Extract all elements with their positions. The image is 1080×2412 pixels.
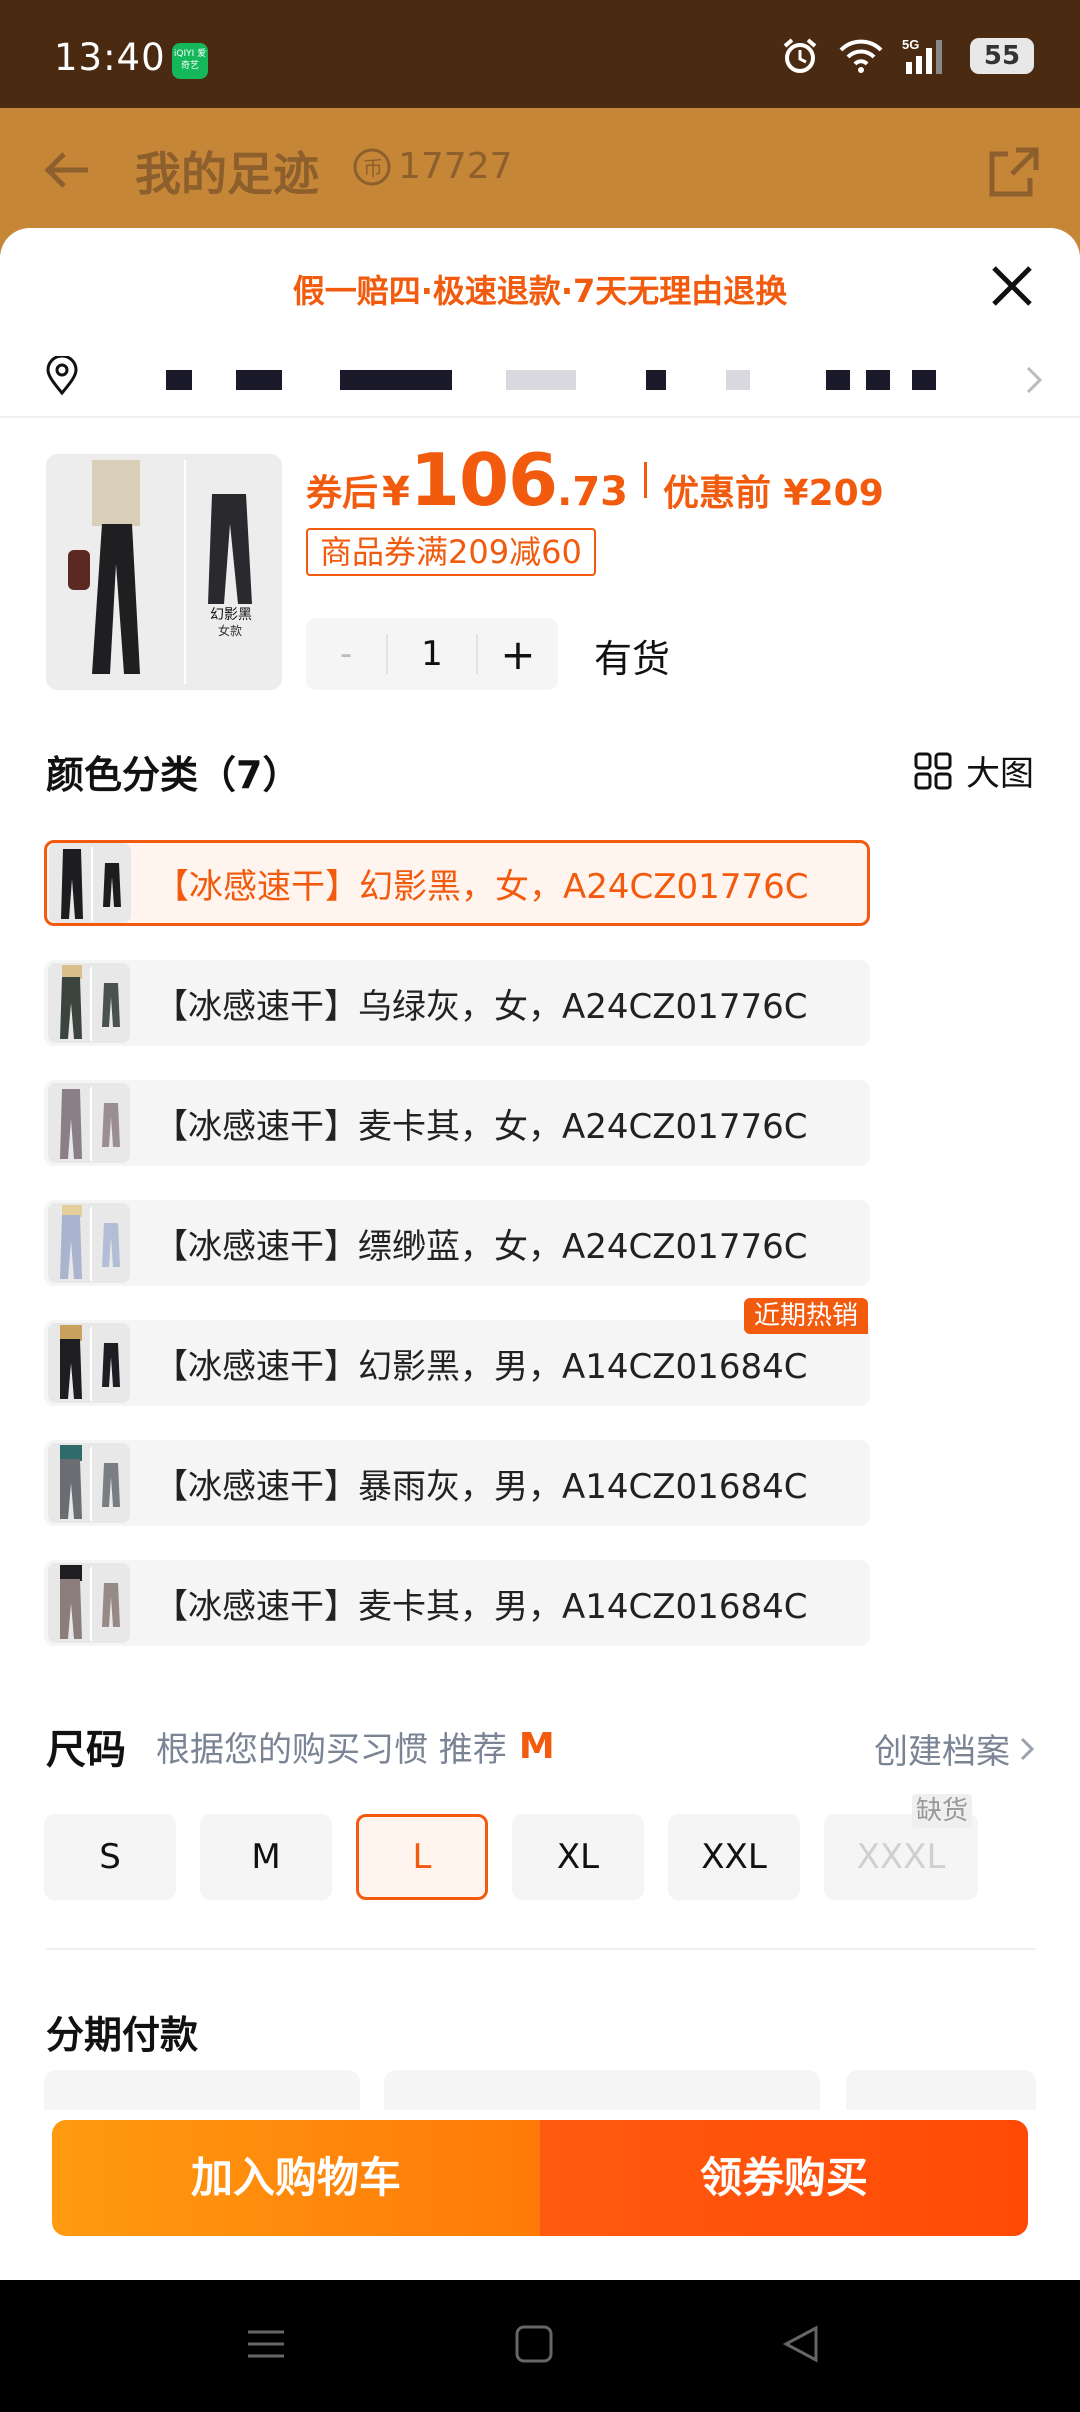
increase-quantity-button[interactable]: + xyxy=(478,630,558,679)
size-option-xxxl-label: XXXL xyxy=(856,1837,946,1877)
color-option-thumbnail xyxy=(48,1443,130,1523)
installment-option[interactable] xyxy=(384,2070,820,2110)
out-of-stock-badge: 缺货 xyxy=(911,1794,972,1828)
coin-balance: 币 17727 xyxy=(352,146,513,187)
color-option-thumbnail xyxy=(48,963,130,1043)
size-section-title: 尺码 xyxy=(46,1727,126,1773)
large-image-label: 大图 xyxy=(966,754,1034,794)
status-time: 13:40 xyxy=(54,36,166,79)
chevron-right-icon xyxy=(1020,1737,1035,1760)
color-option-label: 【冰感速干】麦卡其，男，A14CZ01684C xyxy=(154,1586,808,1627)
close-icon[interactable] xyxy=(984,258,1040,314)
color-option[interactable]: 【冰感速干】麦卡其，女，A24CZ01776C xyxy=(44,1080,870,1166)
size-option-xl[interactable]: XL xyxy=(512,1814,644,1900)
currency-symbol: ¥ xyxy=(382,469,410,515)
color-option[interactable]: 【冰感速干】缥缈蓝，女，A24CZ01776C xyxy=(44,1200,870,1286)
system-navigation-bar xyxy=(0,2280,1080,2412)
sku-selector-sheet: 假一赔四·极速退款·7天无理由退换 幻影黑 女款 券后 ¥ 106 .73 优惠… xyxy=(0,228,1080,2280)
svg-text:5G: 5G xyxy=(902,37,919,52)
decrease-quantity-button[interactable]: - xyxy=(306,634,386,674)
quantity-value[interactable]: 1 xyxy=(386,634,478,674)
back-arrow-icon[interactable] xyxy=(40,142,96,198)
price-divider xyxy=(644,462,648,498)
size-section-header: 尺码 根据您的购买习惯 推荐 M 创建档案 xyxy=(46,1716,1036,1776)
color-option[interactable]: 【冰感速干】麦卡其，男，A14CZ01684C xyxy=(44,1560,870,1646)
price-decimal: .73 xyxy=(557,469,629,515)
grid-icon xyxy=(914,752,952,789)
size-option-m[interactable]: M xyxy=(200,1814,332,1900)
coupon-tag: 商品券满209减60 xyxy=(306,528,596,576)
thumbnail-gender-label: 女款 xyxy=(218,624,243,638)
add-to-cart-button[interactable]: 加入购物车 xyxy=(52,2120,540,2236)
color-option-label: 【冰感速干】暴雨灰，男，A14CZ01684C xyxy=(154,1466,808,1507)
installment-option[interactable] xyxy=(44,2070,360,2110)
color-option-label: 【冰感速干】乌绿灰，女，A24CZ01776C xyxy=(154,986,808,1027)
price-after-coupon-label: 券后 xyxy=(306,473,379,514)
page-title: 我的足迹 xyxy=(135,147,319,201)
size-option-s[interactable]: S xyxy=(44,1814,176,1900)
back-icon[interactable] xyxy=(780,2324,820,2364)
price-line: 券后 ¥ 106 .73 优惠前 ¥209 xyxy=(306,438,884,522)
chevron-right-icon xyxy=(1026,366,1043,394)
redacted-address xyxy=(96,356,1044,396)
price-integer: 106 xyxy=(409,438,558,522)
create-profile-label: 创建档案 xyxy=(874,1732,1010,1772)
battery-indicator: 55 xyxy=(970,38,1034,74)
stock-status: 有货 xyxy=(594,637,671,681)
status-bar: 13:40 iQIYI 爱奇艺 5G 55 xyxy=(0,0,1080,108)
color-option-thumbnail xyxy=(49,843,131,923)
color-option-thumbnail xyxy=(48,1323,130,1403)
price-before-discount: 优惠前 ¥209 xyxy=(663,473,884,514)
hot-seller-badge: 近期热销 xyxy=(743,1298,868,1334)
coin-count: 17727 xyxy=(398,146,513,187)
color-option[interactable]: 【冰感速干】暴雨灰，男，A14CZ01684C xyxy=(44,1440,870,1526)
promo-banner: 假一赔四·极速退款·7天无理由退换 xyxy=(292,272,788,310)
size-option-l[interactable]: L xyxy=(356,1814,488,1900)
color-option[interactable]: 【冰感速干】乌绿灰，女，A24CZ01776C xyxy=(44,960,870,1046)
action-buttons: 加入购物车 领券购买 xyxy=(52,2120,1028,2236)
color-section-title: 颜色分类（7） xyxy=(46,753,301,797)
size-recommendation-text: 根据您的购买习惯 推荐 xyxy=(156,1729,507,1770)
color-option[interactable]: 【冰感速干】幻影黑，女，A24CZ01776C xyxy=(44,840,870,926)
location-pin-icon xyxy=(46,356,78,396)
thumbnail-color-label: 幻影黑 xyxy=(210,607,252,623)
quantity-stepper: - 1 + xyxy=(306,618,558,690)
create-profile-link[interactable]: 创建档案 xyxy=(874,1724,1036,1773)
buy-with-coupon-button[interactable]: 领券购买 xyxy=(540,2120,1028,2236)
menu-icon[interactable] xyxy=(246,2324,286,2364)
svg-text:币: 币 xyxy=(363,156,383,180)
color-option-thumbnail xyxy=(48,1563,130,1643)
color-option-label: 【冰感速干】幻影黑，男，A14CZ01684C xyxy=(154,1346,808,1387)
size-options: S M L XL XXL XXXL 缺货 xyxy=(44,1794,978,1900)
delivery-address-row[interactable] xyxy=(44,346,1044,406)
color-option-thumbnail xyxy=(48,1203,130,1283)
signal-icon: 5G xyxy=(902,37,942,74)
product-thumbnail[interactable]: 幻影黑 女款 xyxy=(46,454,282,690)
home-icon[interactable] xyxy=(514,2324,554,2364)
color-option-label: 【冰感速干】麦卡其，女，A24CZ01776C xyxy=(154,1106,808,1147)
wifi-icon xyxy=(839,39,883,73)
color-option[interactable]: 【冰感速干】幻影黑，男，A14CZ01684C 近期热销 xyxy=(44,1298,870,1406)
color-option-label: 【冰感速干】缥缈蓝，女，A24CZ01776C xyxy=(154,1226,808,1267)
coin-icon: 币 xyxy=(353,148,391,185)
recommended-size: M xyxy=(518,1725,555,1767)
color-option-label: 【冰感速干】幻影黑，女，A24CZ01776C xyxy=(155,866,809,907)
size-option-xxxl: XXXL 缺货 xyxy=(824,1794,978,1900)
color-option-thumbnail xyxy=(48,1083,130,1163)
large-image-toggle[interactable]: 大图 xyxy=(914,746,1034,795)
installment-option[interactable] xyxy=(846,2070,1036,2110)
alarm-icon xyxy=(783,38,817,73)
size-option-xxl[interactable]: XXL xyxy=(668,1814,800,1900)
installment-title: 分期付款 xyxy=(46,2013,199,2057)
iqiyi-app-icon: iQIYI 爱奇艺 xyxy=(172,43,208,79)
share-icon[interactable] xyxy=(986,144,1042,200)
